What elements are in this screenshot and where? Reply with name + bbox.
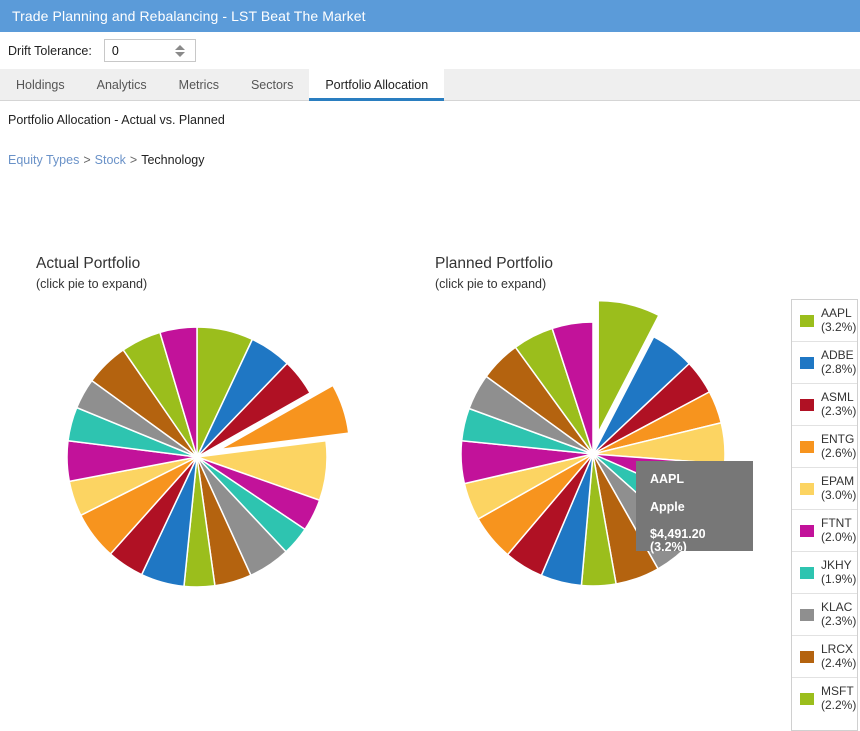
legend-item-jkhy[interactable]: JKHY (1.9%) [792,552,857,594]
legend-item-adbe[interactable]: ADBE (2.8%) [792,342,857,384]
legend-item-ftnt[interactable]: FTNT (2.0%) [792,510,857,552]
legend-item-entg[interactable]: ENTG (2.6%) [792,426,857,468]
arrow-up-icon[interactable] [174,44,185,50]
legend-item-label: FTNT (2.0%) [821,515,857,544]
legend-swatch-icon [800,482,814,495]
legend-item-label: ASML (2.3%) [821,389,857,418]
legend-swatch-icon [800,356,814,369]
legend-swatch-icon [800,524,814,537]
content-area: Portfolio Allocation - Actual vs. Planne… [0,101,860,731]
drift-tolerance-stepper[interactable] [103,39,196,62]
legend-item-msft[interactable]: MSFT (2.2%) [792,678,857,720]
legend-panel: AAPL (3.2%) ADBE (2.8%) ASML (2.3%) ENTG (2.6%)… [791,299,858,731]
tab-sectors[interactable]: Sectors [235,69,309,100]
legend-item-label: ADBE (2.8%) [821,347,857,376]
legend-swatch-icon [800,693,814,705]
legend-item-label: LRCX (2.4%) [821,641,857,670]
legend-item-klac[interactable]: KLAC (2.3%) [792,594,857,636]
legend-swatch-icon [800,566,814,579]
toolbar: Drift Tolerance: [0,32,860,69]
charts-region: Actual Portfolio (click pie to expand) P… [0,185,860,731]
actual-chart-header: Actual Portfolio (click pie to expand) [36,255,147,291]
legend-item-lrcx[interactable]: LRCX (2.4%) [792,636,857,678]
pie-chart-actual[interactable] [66,326,350,588]
tab-holdings[interactable]: Holdings [0,69,81,100]
legend-swatch-icon [800,650,814,663]
tab-analytics[interactable]: Analytics [81,69,163,100]
legend-item-epam[interactable]: EPAM (3.0%) [792,468,857,510]
legend-item-label: MSFT (2.2%) [821,684,857,712]
legend-swatch-icon [800,440,814,453]
legend-item-label: KLAC (2.3%) [821,599,857,628]
legend-swatch-icon [800,314,814,327]
tab-portfolio-allocation[interactable]: Portfolio Allocation [309,69,445,101]
legend-item-aapl[interactable]: AAPL (3.2%) [792,300,857,342]
pie-slice-tooltip: AAPL Apple $4,491.20 (3.2%) [636,461,753,554]
tab-bar: Holdings Analytics Metrics Sectors Portfolio… [0,69,860,101]
legend-item-label: EPAM (3.0%) [821,473,857,502]
tab-metrics[interactable]: Metrics [163,69,235,100]
planned-chart-subtitle[interactable]: (click pie to expand) [435,277,553,291]
actual-chart-subtitle[interactable]: (click pie to expand) [36,277,147,291]
arrow-down-icon[interactable] [174,51,185,57]
planned-chart-title: Planned Portfolio [435,255,554,272]
stepper-arrows[interactable] [169,40,191,61]
legend-swatch-icon [800,608,814,621]
planned-chart-header: Planned Portfolio (click pie to expand) [435,255,553,291]
tooltip-name: Apple [650,499,685,514]
tooltip-symbol: AAPL [650,472,685,486]
legend-item-label: JKHY (1.9%) [821,557,857,586]
legend-item-label: ENTG (2.6%) [821,431,857,460]
drift-tolerance-label: Drift Tolerance: [8,43,92,58]
pie-charts-svg[interactable] [0,101,860,677]
legend-item-asml[interactable]: ASML (2.3%) [792,384,857,426]
drift-tolerance-input[interactable] [104,42,169,59]
legend-item-label: AAPL (3.2%) [821,305,857,334]
window-title-bar: Trade Planning and Rebalancing - LST Bea… [0,0,860,32]
window-title: Trade Planning and Rebalancing - LST Bea… [12,8,366,24]
actual-chart-title: Actual Portfolio [36,255,141,272]
tooltip-value: $4,491.20 (3.2%) [650,527,706,554]
legend-swatch-icon [800,398,814,411]
